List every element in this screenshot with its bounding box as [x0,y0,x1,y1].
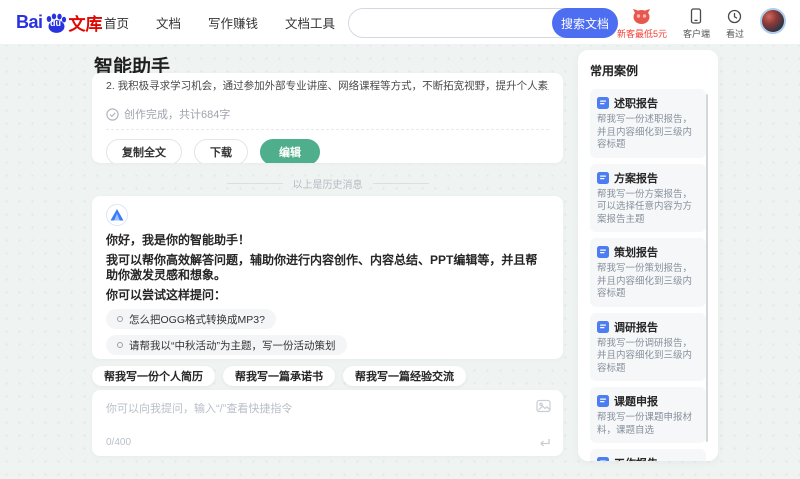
sidebar-scrollbar[interactable] [706,94,708,442]
divider-text: 以上是历史消息 [292,180,363,191]
promo-mascot-icon [632,7,651,25]
char-counter: 0/400 [106,437,132,448]
promo-label: 新客最低5元 [616,29,667,39]
case-title: 述职报告 [614,98,658,110]
check-circle-icon [106,107,119,121]
tab-write-commitment[interactable]: 帮我写一篇承诺书 [223,366,335,386]
circle-bullet-icon [117,342,123,348]
case-desc: 帮我写一份课题申报材料，课题自选 [597,412,693,436]
logo-bai-text: Bai [16,12,43,32]
divider-line-right [372,183,429,184]
search-input[interactable] [349,9,552,37]
assistant-intro: 我可以帮你高效解答问题，辅助你进行内容创作、内容总结、PPT编辑等，并且帮助你激… [106,253,538,282]
generated-text-snippet: 2. 我积极寻求学习机会，通过参加外部专业讲座、网络课程等方式，不断拓宽视野，提… [106,80,549,92]
case-item-project-application[interactable]: 课题申报 帮我写一份课题申报材料，课题自选 [590,387,706,443]
suggestion-list: 怎么把OGG格式转换成MP3? 请帮我以“中秋活动”为主题，写一份活动策划 请辅… [106,303,549,359]
common-cases-title: 常用案例 [590,64,639,78]
report-doc-icon [597,457,609,461]
copy-full-text-button[interactable]: 复制全文 [106,139,182,163]
case-item-work-report[interactable]: 工作报告 帮我写一份工作报告，工作类型随机 [590,449,706,461]
circle-bullet-icon [117,316,123,322]
report-doc-icon [597,395,609,407]
search-docs-button[interactable]: 搜索文档 [552,8,618,38]
suggestion-ogg-to-mp3[interactable]: 怎么把OGG格式转换成MP3? [106,309,276,329]
quick-prompt-tabs: 帮我写一份个人简历 帮我写一篇承诺书 帮我写一篇经验交流 [92,366,466,386]
case-item-planning-report[interactable]: 策划报告 帮我写一份策划报告，并且内容细化到三级内容标题 [590,238,706,307]
nav-item-write-earn[interactable]: 写作赚钱 [208,13,258,32]
logo-du-text: du [50,17,62,28]
creation-status: 创作完成，共计684字 [106,106,549,130]
search-bar: 搜索文档 [348,8,618,38]
report-doc-icon [597,97,609,109]
header-right-cluster: 新客最低5元 客户端 看过 [617,4,786,40]
new-customer-promo[interactable]: 新客最低5元 [617,4,667,40]
baidu-paw-icon: du [44,11,68,35]
tab-write-resume[interactable]: 帮我写一份个人简历 [92,366,215,386]
main-nav: 首页 文档 写作赚钱 文档工具 更多 [104,0,387,45]
client-label: 客户端 [682,29,710,39]
case-list: 述职报告 帮我写一份述职报告，并且内容细化到三级内容标题 方案报告 帮我写一份方… [590,89,706,461]
suggestion-text: 请帮我以“中秋活动”为主题，写一份活动策划 [129,339,336,352]
logo-wenku-text: 文库 [68,15,103,34]
case-desc: 帮我写一份述职报告，并且内容细化到三级内容标题 [597,114,693,150]
suggestion-text: 怎么把OGG格式转换成MP3? [129,313,265,326]
case-desc: 帮我写一份方案报告，可以选择任意内容为方案报告主题 [597,188,693,225]
download-button[interactable]: 下载 [194,139,248,163]
assistant-avatar [106,204,128,226]
assistant-logo-icon [110,209,124,221]
user-avatar[interactable] [760,8,786,34]
clock-icon [727,7,742,25]
insert-image-icon[interactable] [536,399,551,413]
common-cases-panel: 常用案例 述职报告 帮我写一份述职报告，并且内容细化到三级内容标题 方案报告 帮… [578,50,718,461]
history-actions: 复制全文 下载 编辑 [106,139,549,163]
nav-item-home[interactable]: 首页 [104,13,129,32]
assistant-message-card: 你好，我是你的智能助手！ 我可以帮你高效解答问题，辅助你进行内容创作、内容总结、… [92,196,563,359]
baidu-wenku-logo[interactable]: Bai du 文库 [16,10,103,35]
send-enter-icon[interactable] [537,437,551,449]
case-desc: 帮我写一份调研报告，并且内容细化到三级内容标题 [597,337,693,374]
case-title: 策划报告 [614,247,658,259]
report-doc-icon [597,320,609,333]
history-result-card: 2. 我积极寻求学习机会，通过参加外部专业讲座、网络课程等方式，不断拓宽视野，提… [92,73,563,163]
case-desc: 帮我写一份策划报告，并且内容细化到三级内容标题 [597,263,693,299]
suggestion-mid-autumn-plan[interactable]: 请帮我以“中秋活动”为主题，写一份活动策划 [106,335,347,355]
case-item-debrief-report[interactable]: 述职报告 帮我写一份述职报告，并且内容细化到三级内容标题 [590,89,706,158]
case-title: 工作报告 [614,455,658,461]
report-doc-icon [597,246,609,258]
viewed-history[interactable]: 看过 [726,4,744,40]
viewed-label: 看过 [725,29,744,39]
mobile-phone-icon [689,7,703,25]
history-messages-divider: 以上是历史消息 [92,176,563,191]
nav-item-doc-tools[interactable]: 文档工具 [285,13,335,32]
case-title: 调研报告 [614,321,658,334]
tab-write-experience[interactable]: 帮我写一篇经验交流 [343,366,466,386]
chat-input-card: 0/400 [92,390,563,456]
top-navbar: Bai du 文库 首页 文档 写作赚钱 文档工具 更多 搜索文档 [0,0,800,45]
client-download[interactable]: 客户端 [683,4,710,40]
report-doc-icon [597,171,609,184]
edit-button[interactable]: 编辑 [260,139,320,163]
nav-item-docs[interactable]: 文档 [156,13,181,32]
divider-line-left [226,183,283,184]
case-item-proposal-report[interactable]: 方案报告 帮我写一份方案报告，可以选择任意内容为方案报告主题 [590,163,706,232]
case-item-research-report[interactable]: 调研报告 帮我写一份调研报告，并且内容细化到三级内容标题 [590,312,706,381]
case-title: 方案报告 [614,172,658,185]
creation-status-text: 创作完成，共计684字 [124,109,231,121]
case-title: 课题申报 [614,396,658,408]
assistant-greeting: 你好，我是你的智能助手！ [106,233,251,247]
assistant-try-label: 你可以尝试这样提问： [106,288,227,302]
chat-input[interactable] [106,400,526,430]
